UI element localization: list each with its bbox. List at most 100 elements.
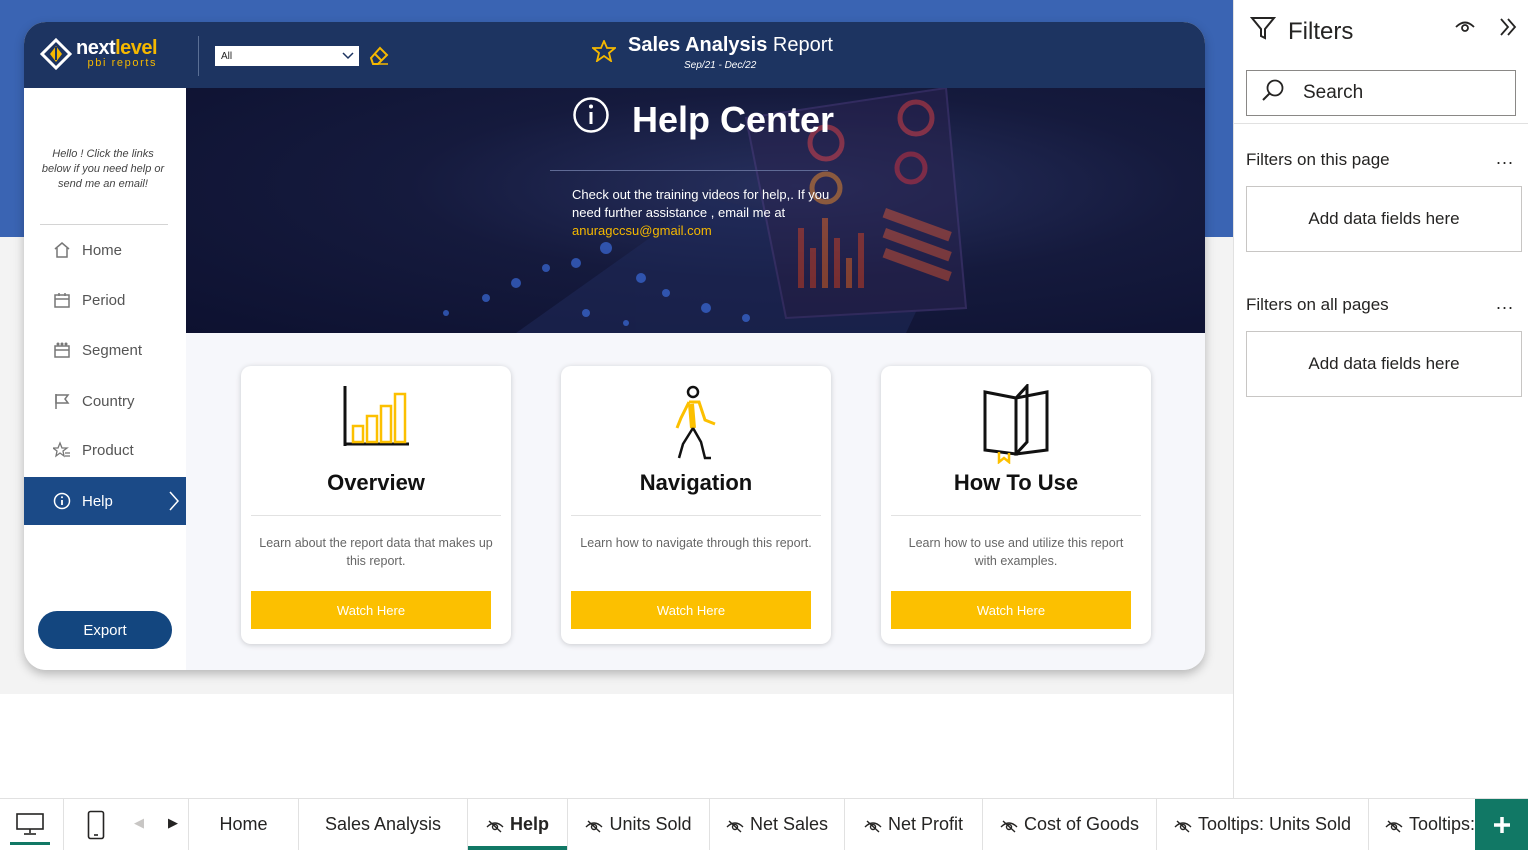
report-date-range: Sep/21 - Dec/22 xyxy=(684,60,757,71)
tab-label: Help xyxy=(509,814,549,834)
filters-pane: Filters Search Filters on this page ... … xyxy=(1233,0,1528,798)
watch-here-button[interactable]: Watch Here xyxy=(251,591,491,629)
all-pages-drop-well[interactable]: Add data fields here xyxy=(1246,331,1522,397)
search-icon xyxy=(1261,78,1285,108)
sidebar-item-label: Segment xyxy=(82,341,143,359)
help-text: Check out the training videos for help,.… xyxy=(572,186,842,240)
tab-sales-analysis[interactable]: Sales Analysis xyxy=(298,799,467,850)
add-page-button[interactable] xyxy=(1475,799,1528,850)
desktop-view-icon[interactable] xyxy=(10,805,50,845)
info-icon xyxy=(52,491,72,511)
more-options-icon[interactable]: ... xyxy=(1496,293,1514,314)
logo: nextlevel pbi reports xyxy=(39,37,158,71)
period-slicer-dropdown[interactable]: All xyxy=(214,45,360,67)
sidebar-item-country[interactable]: Country xyxy=(24,377,186,425)
tab-tooltips-units-sold[interactable]: Tooltips: Units Sold xyxy=(1156,799,1368,850)
filter-funnel-icon xyxy=(1249,15,1277,48)
bar-chart-icon xyxy=(241,384,511,466)
watch-here-button[interactable]: Watch Here xyxy=(891,591,1131,629)
help-center-title-text: Help Center xyxy=(632,98,835,140)
help-email-link[interactable]: anuragccsu@gmail.com xyxy=(572,222,842,240)
card-title: Overview xyxy=(327,470,425,495)
sidebar-divider xyxy=(40,224,168,225)
this-page-drop-well[interactable]: Add data fields here xyxy=(1246,186,1522,252)
card-divider xyxy=(571,515,821,516)
previous-tab-arrow-icon[interactable]: ◀ xyxy=(134,815,144,831)
sidebar-item-product[interactable]: Product xyxy=(24,426,186,474)
tab-cost-of-goods[interactable]: Cost of Goods xyxy=(982,799,1156,850)
sidebar-item-period[interactable]: Period xyxy=(24,276,186,324)
filters-all-pages-label: Filters on all pages xyxy=(1246,295,1389,314)
banner-divider xyxy=(550,170,828,171)
card-divider xyxy=(251,515,501,516)
sidebar-item-home[interactable]: Home xyxy=(24,226,186,274)
tab-help[interactable]: Help xyxy=(467,799,567,850)
sidebar-item-label: Period xyxy=(82,291,126,309)
more-options-icon[interactable]: ... xyxy=(1496,148,1514,169)
tab-tooltips-truncated[interactable]: Tooltips: xyxy=(1368,799,1475,850)
tab-label: Tooltips: Units Sold xyxy=(1197,814,1352,834)
page-tabs-bar: ◀ ▶ Home Sales Analysis Help Units Sold … xyxy=(0,798,1528,850)
report-canvas-area: nextlevel pbi reports All Sales Analysis… xyxy=(0,0,1233,798)
hidden-page-icon xyxy=(726,817,744,838)
tab-label: Home xyxy=(219,814,268,834)
logo-text: nextlevel pbi reports xyxy=(76,37,158,69)
card-title: Navigation xyxy=(639,470,753,495)
card-how-to-use: How To Use Learn how to use and utilize … xyxy=(881,366,1151,644)
header-divider xyxy=(198,36,199,76)
card-title: How To Use xyxy=(953,470,1079,495)
hidden-page-icon xyxy=(1174,817,1192,838)
chevron-right-icon xyxy=(168,490,180,516)
tab-label: Net Sales xyxy=(749,814,829,834)
card-description: Learn how to navigate through this repor… xyxy=(580,536,812,550)
export-button[interactable]: Export xyxy=(38,611,172,649)
mobile-view-icon[interactable] xyxy=(76,805,116,845)
report-header: nextlevel pbi reports All Sales Analysis… xyxy=(24,22,1205,88)
report-page: nextlevel pbi reports All Sales Analysis… xyxy=(24,22,1205,670)
walking-person-icon xyxy=(561,384,831,466)
product-star-icon xyxy=(52,440,72,460)
tab-label: Cost of Goods xyxy=(1023,814,1140,834)
home-icon xyxy=(52,240,72,260)
sidebar-item-help[interactable]: Help xyxy=(24,477,186,525)
tab-units-sold[interactable]: Units Sold xyxy=(567,799,709,850)
filters-this-page-label: Filters on this page xyxy=(1246,150,1390,169)
hidden-page-icon xyxy=(486,817,504,838)
tab-net-profit[interactable]: Net Profit xyxy=(844,799,982,850)
info-circle-icon xyxy=(572,96,610,143)
logo-main: next xyxy=(76,37,116,59)
collapse-pane-icon[interactable] xyxy=(1498,16,1518,43)
chevron-down-icon xyxy=(342,49,354,64)
card-divider xyxy=(891,515,1141,516)
sidebar-item-segment[interactable]: Segment xyxy=(24,326,186,374)
logo-icon xyxy=(39,37,73,71)
tab-label: Tooltips: xyxy=(1409,814,1475,834)
filters-search-input[interactable]: Search xyxy=(1246,70,1516,116)
segment-icon xyxy=(52,340,72,360)
tab-net-sales[interactable]: Net Sales xyxy=(709,799,844,850)
hidden-page-icon xyxy=(585,817,603,838)
card-navigation: Navigation Learn how to navigate through… xyxy=(561,366,831,644)
star-badge-icon xyxy=(590,38,618,67)
hidden-page-icon xyxy=(864,817,882,838)
clear-filters-eraser-icon[interactable] xyxy=(368,44,390,71)
hidden-page-icon xyxy=(1000,817,1018,838)
plus-icon xyxy=(1493,816,1510,833)
tab-label: Sales Analysis xyxy=(324,814,442,834)
eye-visibility-icon[interactable] xyxy=(1454,18,1476,41)
hidden-page-icon xyxy=(1385,817,1403,838)
logo-subtitle: pbi reports xyxy=(87,57,158,69)
flag-icon xyxy=(52,391,72,411)
logo-accent: level xyxy=(115,37,158,59)
report-title: Sales Analysis Report xyxy=(628,34,833,57)
canvas-blank-area xyxy=(0,694,1233,798)
sidebar-item-label: Home xyxy=(82,241,123,259)
filters-header: Filters xyxy=(1249,15,1353,48)
sidebar-item-label: Help xyxy=(82,492,113,510)
sidebar-item-label: Country xyxy=(82,392,135,410)
watch-here-button[interactable]: Watch Here xyxy=(571,591,811,629)
tab-home[interactable]: Home xyxy=(188,799,298,850)
next-tab-arrow-icon[interactable]: ▶ xyxy=(168,815,178,831)
report-title-rest: Report xyxy=(767,34,833,56)
help-center-title: Help Center xyxy=(572,96,834,143)
